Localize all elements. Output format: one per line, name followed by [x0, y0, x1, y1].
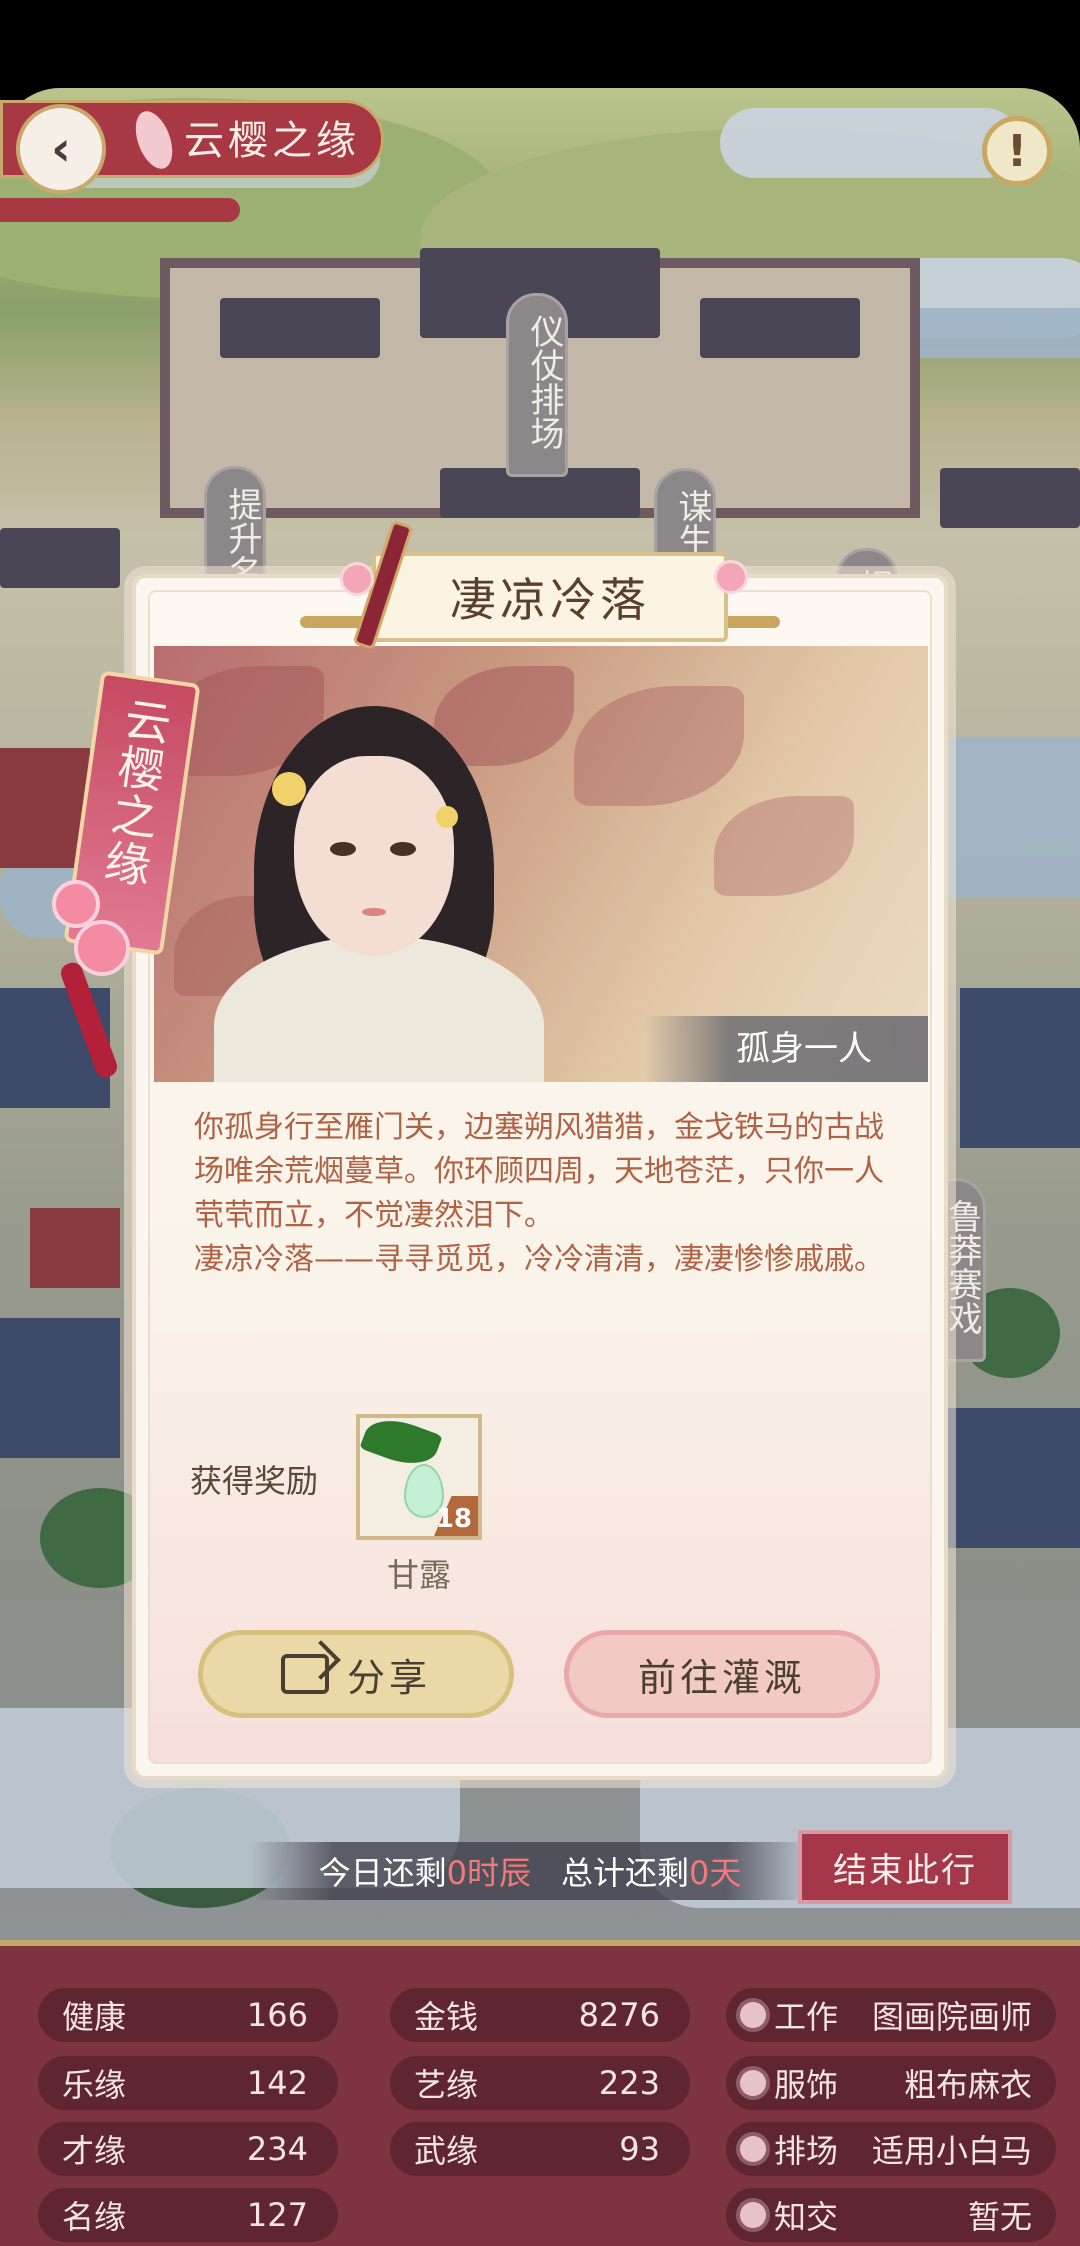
map-building [0, 1318, 120, 1458]
hair-flower-icon [272, 772, 306, 806]
story-paragraph: 你孤身行至雁门关，边塞朔风猎猎，金戈铁马的古战场唯余荒烟蔓草。你环顾四周，天地苍… [194, 1110, 884, 1233]
maple-leaf [714, 796, 854, 896]
event-ribbon-text: 云樱之缘 [94, 693, 176, 892]
map-building [940, 1408, 1080, 1548]
stat-label: 健康 [62, 1998, 127, 2036]
back-button[interactable]: ‹ [16, 104, 106, 194]
blossom-icon [740, 2202, 766, 2228]
stat-label: 艺缘 [414, 2066, 479, 2104]
hair-flower-icon [436, 806, 458, 828]
stat-value: 142 [246, 2064, 308, 2102]
character-eye [330, 842, 356, 856]
map-building [30, 1208, 120, 1288]
stat-value: 223 [598, 2064, 660, 2102]
stats-panel: 健康 166 乐缘 142 才缘 234 名缘 127 金钱 8276 艺缘 2… [0, 1940, 1080, 2246]
stat-outfit: 服饰 粗布麻衣 [726, 2056, 1056, 2110]
maple-leaf [574, 686, 744, 806]
dialog-title-text: 凄凉冷落 [450, 573, 650, 627]
stat-label: 服饰 [774, 2066, 839, 2104]
stat-value: 粗布麻衣 [903, 2066, 1032, 2104]
map-cloud [720, 108, 1020, 178]
end-trip-label: 结束此行 [833, 1850, 977, 1891]
map-tag-ceremony[interactable]: 仪仗排场 [506, 293, 568, 477]
stat-value: 93 [619, 2130, 660, 2168]
game-screen: 仪仗排场 提升名 谋生 提 鲁莽赛戏 ‹ 云樱之缘 ! 孤身一人 凄凉冷落 [0, 0, 1080, 2246]
blossom-icon [714, 560, 748, 594]
stat-value: 234 [246, 2130, 308, 2168]
event-story-text: 你孤身行至雁门关，边塞朔风猎猎，金戈铁马的古战场唯余荒烟蔓草。你环顾四周，天地苍… [194, 1106, 884, 1282]
stat-value: 166 [246, 1996, 308, 2034]
stat-martial: 武缘 93 [390, 2122, 690, 2176]
stat-joy: 乐缘 142 [38, 2056, 338, 2110]
exclamation-icon: ! [1006, 125, 1028, 177]
stat-health: 健康 166 [38, 1988, 338, 2042]
stat-art: 艺缘 223 [390, 2056, 690, 2110]
blossom-icon [340, 562, 374, 596]
stat-value: 127 [246, 2196, 308, 2234]
stat-value: 图画院画师 [871, 1998, 1032, 2036]
stat-value: 8276 [578, 1996, 660, 2034]
reward-item[interactable]: 18 [356, 1414, 482, 1540]
stat-value: 适用小白马 [871, 2132, 1032, 2170]
stat-retinue: 排场 适用小白马 [726, 2122, 1056, 2176]
chevron-left-icon: ‹ [51, 121, 71, 177]
palace-hall [220, 298, 380, 358]
stat-friend: 知交 暂无 [726, 2188, 1056, 2242]
reward-label: 获得奖励 [190, 1462, 319, 1500]
blossom-icon [740, 2136, 766, 2162]
status-bar [0, 0, 1080, 88]
stat-label: 知交 [774, 2198, 839, 2236]
share-button[interactable]: 分享 [198, 1630, 514, 1718]
stat-label: 工作 [774, 1998, 839, 2036]
go-water-button[interactable]: 前往灌溉 [564, 1630, 880, 1718]
map-building [960, 988, 1080, 1148]
blossom-icon [74, 920, 130, 976]
stat-money: 金钱 8276 [390, 1988, 690, 2042]
today-remaining-value: 0时辰 [446, 1854, 531, 1892]
event-banner-tail [0, 198, 240, 222]
stat-talent: 才缘 234 [38, 2122, 338, 2176]
map-building [940, 468, 1080, 528]
blossom-icon [740, 2002, 766, 2028]
stat-label: 乐缘 [62, 2066, 127, 2104]
stat-label: 排场 [774, 2132, 839, 2170]
end-trip-button[interactable]: 结束此行 [798, 1830, 1012, 1904]
character-eye [390, 842, 416, 856]
stat-label: 名缘 [62, 2198, 127, 2236]
total-remaining-label: 总计还剩 [561, 1854, 690, 1892]
info-button[interactable]: ! [982, 116, 1052, 186]
share-button-label: 分享 [346, 1655, 431, 1700]
today-remaining-label: 今日还剩 [318, 1854, 447, 1892]
dialog-title: 凄凉冷落 [372, 552, 728, 642]
go-water-button-label: 前往灌溉 [637, 1655, 806, 1700]
stat-value: 暂无 [967, 2198, 1032, 2236]
story-paragraph: 凄凉冷落——寻寻觅觅，冷冷清清，凄凄惨惨戚戚。 [194, 1242, 884, 1277]
stat-label: 才缘 [62, 2132, 127, 2170]
character-mouth [362, 908, 386, 916]
leaf-icon [360, 1418, 443, 1474]
scene-caption: 孤身一人 [644, 1016, 928, 1082]
stat-fame: 名缘 127 [38, 2188, 338, 2242]
reward-count: 18 [435, 1504, 472, 1534]
reward-name: 甘露 [386, 1556, 451, 1594]
total-remaining-value: 0天 [689, 1854, 742, 1892]
share-icon [280, 1654, 329, 1694]
character-face [294, 756, 454, 956]
banner-title: 云樱之缘 [184, 118, 360, 164]
blossom-icon [740, 2070, 766, 2096]
palace-hall [700, 298, 860, 358]
stat-label: 金钱 [414, 1998, 479, 2036]
stat-label: 武缘 [414, 2132, 479, 2170]
time-remaining-bar: 今日还剩 0时辰 总计还剩 0天 [250, 1842, 810, 1900]
map-building [0, 528, 120, 588]
stat-job: 工作 图画院画师 [726, 1988, 1056, 2042]
event-illustration: 孤身一人 [154, 646, 928, 1082]
